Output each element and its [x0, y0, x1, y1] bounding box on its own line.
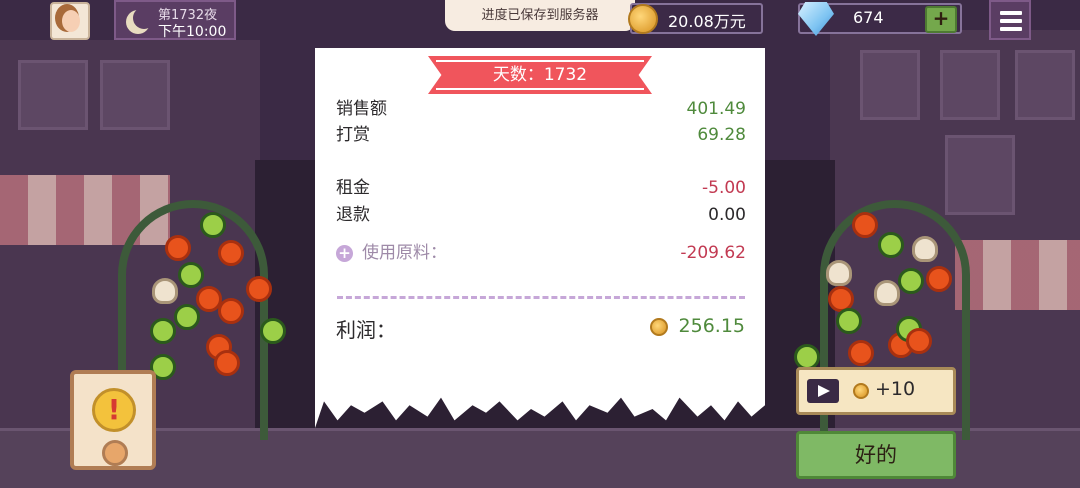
day-banner-text: 天数：1732 [436, 60, 644, 90]
refund-row: 退款 0.00 [336, 202, 746, 228]
pepper-slice-icon [200, 212, 226, 238]
day-banner: 天数：1732 [428, 56, 652, 94]
hamburger-icon [1000, 19, 1022, 23]
tomato-slice-icon [218, 240, 244, 266]
tomato-slice-icon [852, 212, 878, 238]
pepper-slice-icon [898, 268, 924, 294]
gem-counter: 674 + [798, 2, 962, 36]
coin-icon [650, 318, 668, 336]
badge-icon [102, 440, 128, 466]
pepper-slice-icon [178, 262, 204, 288]
pepper-slice-icon [836, 308, 862, 334]
sales-row: 销售额 401.49 [336, 96, 746, 122]
gem-value: 674 [853, 8, 884, 27]
hamburger-icon [1000, 11, 1022, 15]
diamond-icon [798, 2, 834, 36]
video-play-icon [807, 379, 839, 403]
profit-label: 利润： [336, 318, 396, 342]
watch-ad-button[interactable]: +10 [796, 367, 956, 415]
refund-label: 退款 [336, 205, 370, 225]
expand-plus-icon[interactable]: + [336, 245, 353, 262]
money-value: 20.08万元 [668, 12, 746, 31]
exclamation-icon: ! [92, 388, 136, 432]
tomato-slice-icon [906, 328, 932, 354]
refund-value: 0.00 [708, 205, 746, 225]
rent-label: 租金 [336, 178, 370, 198]
right-awning [955, 240, 1080, 310]
coin-icon [628, 4, 658, 34]
window [940, 50, 1000, 120]
avatar-face [62, 10, 80, 32]
tomato-slice-icon [848, 340, 874, 366]
pepper-slice-icon [260, 318, 286, 344]
coin-icon [853, 383, 869, 399]
window [18, 60, 88, 130]
receipt-divider [337, 296, 745, 299]
window [860, 50, 920, 120]
pepper-slice-icon [174, 304, 200, 330]
window [1015, 50, 1075, 120]
sales-value: 401.49 [686, 99, 746, 119]
garlic-icon [874, 280, 900, 306]
tomato-slice-icon [218, 298, 244, 324]
time-label: 下午10:00 [158, 24, 227, 40]
ad-reward-value: +10 [875, 378, 916, 400]
garlic-icon [912, 236, 938, 262]
tomato-slice-icon [165, 235, 191, 261]
day-time-panel: 第1732夜 下午10:00 [114, 0, 236, 40]
hamburger-icon [1000, 27, 1022, 31]
profit-value: 256.15 [678, 315, 745, 337]
rent-row: 租金 -5.00 [336, 175, 746, 201]
tips-value: 69.28 [697, 125, 746, 145]
garlic-icon [152, 278, 178, 304]
moon-icon [126, 7, 155, 34]
window [945, 135, 1015, 215]
add-gems-button[interactable]: + [925, 6, 957, 33]
ingredients-row[interactable]: + 使用原料： -209.62 [336, 240, 746, 266]
ok-button[interactable]: 好的 [796, 431, 956, 479]
pepper-slice-icon [878, 232, 904, 258]
tips-row: 打赏 69.28 [336, 122, 746, 148]
ingredients-value: -209.62 [680, 243, 746, 263]
tomato-slice-icon [246, 276, 272, 302]
ingredients-label: 使用原料： [362, 243, 447, 263]
save-toast: 进度已保存到服务器 [445, 0, 635, 31]
player-avatar[interactable] [50, 2, 90, 40]
pepper-slice-icon [150, 318, 176, 344]
rent-value: -5.00 [702, 178, 746, 198]
tomato-slice-icon [214, 350, 240, 376]
tips-label: 打赏 [336, 125, 370, 145]
window [100, 60, 170, 130]
alert-card-button[interactable]: ! [70, 370, 156, 470]
menu-button[interactable] [989, 0, 1031, 40]
garlic-icon [826, 260, 852, 286]
tomato-slice-icon [926, 266, 952, 292]
money-counter: 20.08万元 [628, 3, 763, 34]
sales-label: 销售额 [336, 99, 387, 119]
